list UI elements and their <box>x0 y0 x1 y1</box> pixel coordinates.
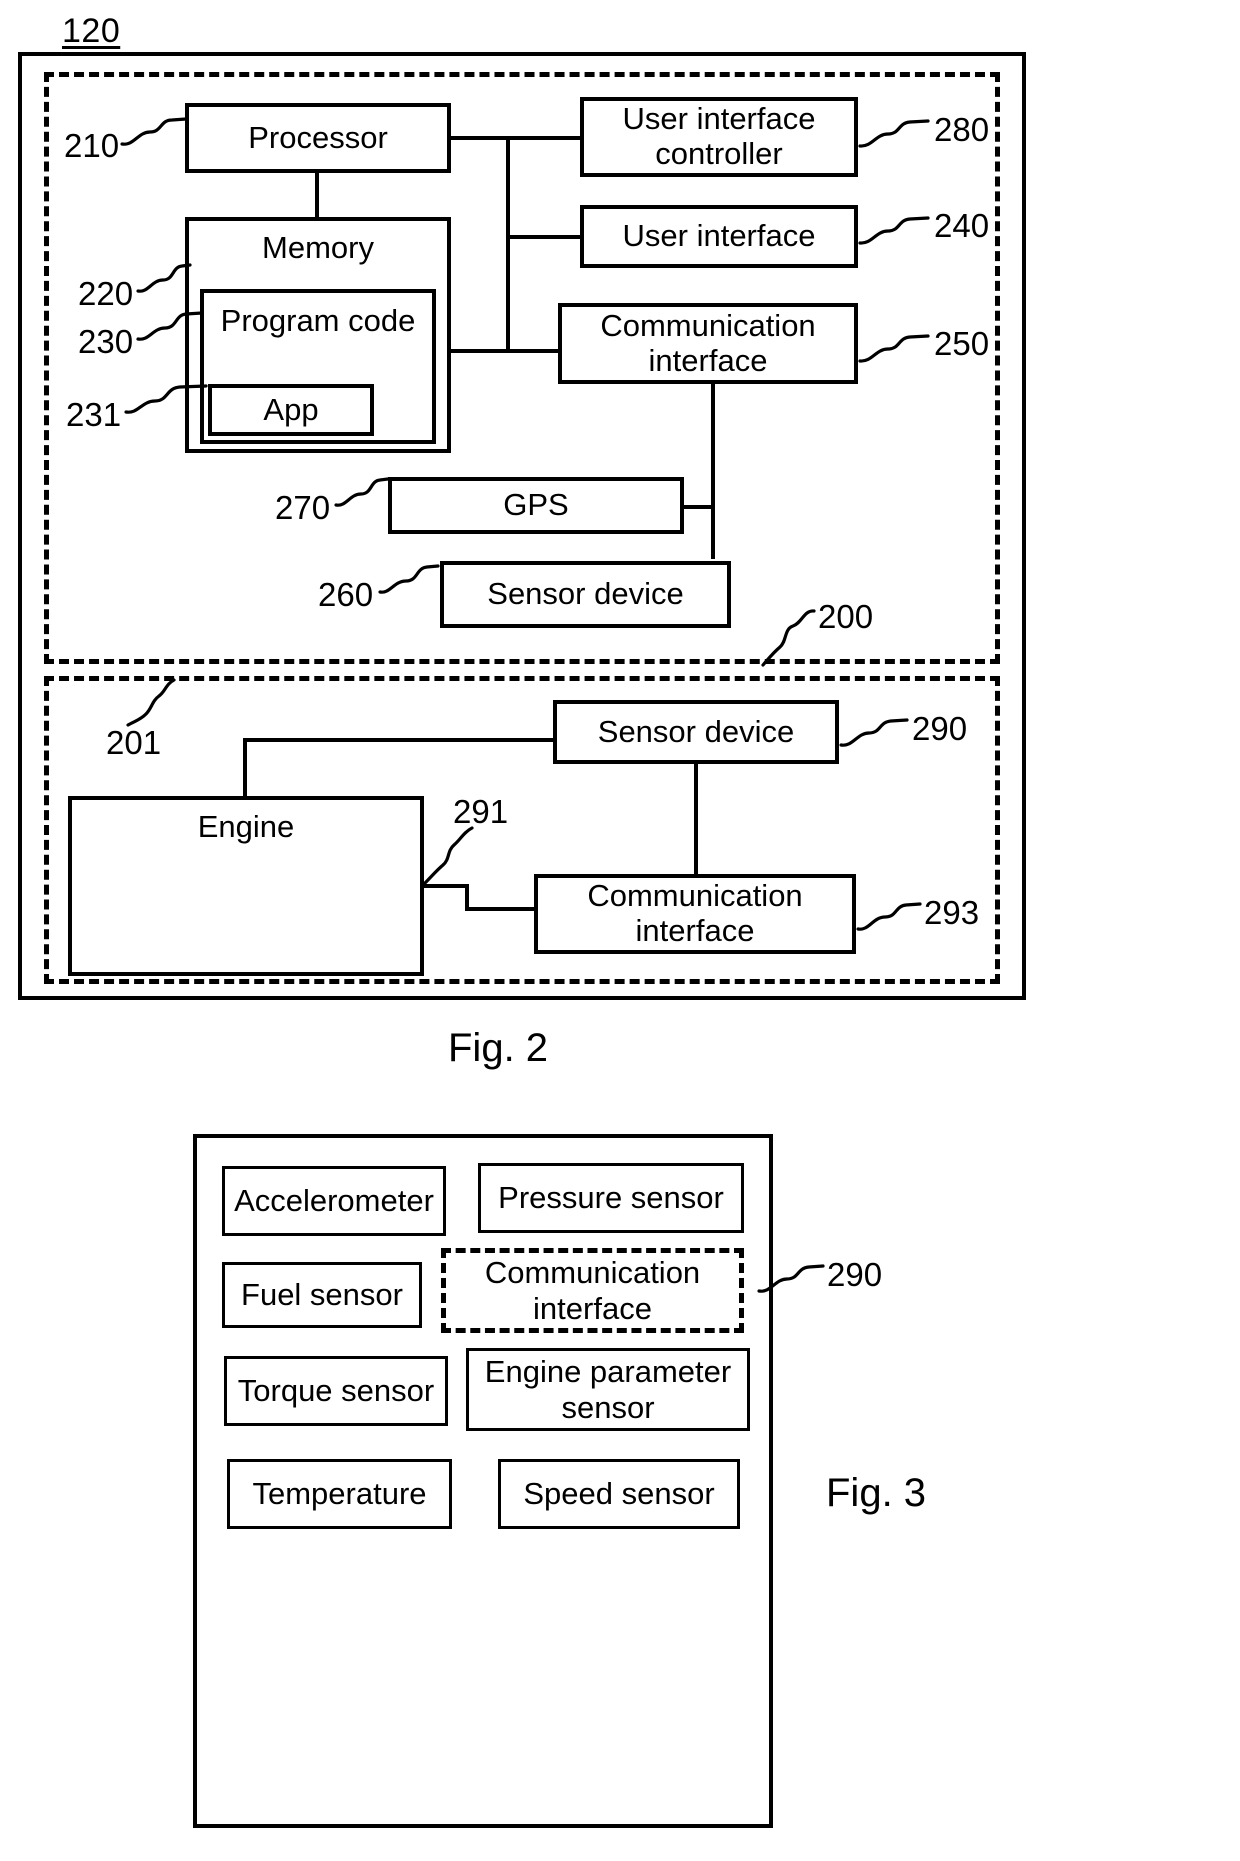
connector-gps-bus <box>681 505 715 509</box>
ref-260: 260 <box>318 576 374 613</box>
fig3-item-engine-parameter-sensor: Engine parameter sensor <box>466 1348 750 1431</box>
fig2-caption: Fig. 2 <box>448 1026 549 1070</box>
connector-processor-bus <box>451 136 580 140</box>
ref-250: 250 <box>934 325 990 362</box>
connector-engine-sensor290-v <box>243 738 247 800</box>
connector-sensor290-comm293 <box>694 764 698 874</box>
block-communication-interface-293: Communication interface <box>534 874 856 954</box>
fig3-item-pressure-sensor: Pressure sensor <box>478 1163 744 1233</box>
fig3-item-speed-sensor: Speed sensor <box>498 1459 740 1529</box>
ref-290-fig3: 290 <box>827 1256 883 1293</box>
fig3-item-accelerometer: Accelerometer <box>222 1166 446 1236</box>
connector-engine-sensor290-h <box>243 738 555 742</box>
ref-280: 280 <box>934 111 990 148</box>
block-sensor-device-290: Sensor device <box>553 700 839 764</box>
block-user-interface-controller: User interface controller <box>580 97 858 177</box>
connector-vertical-bus <box>506 136 510 352</box>
ref-210: 210 <box>64 127 120 164</box>
block-processor: Processor <box>185 103 451 173</box>
block-user-interface: User interface <box>580 205 858 268</box>
connector-comm-sensor260 <box>711 384 715 559</box>
patent-drawing-sheet: 120 Processor Memory Program code App GP… <box>0 0 1240 1861</box>
ref-231: 231 <box>66 396 122 433</box>
ref-290-fig2: 290 <box>912 710 968 747</box>
ref-293: 293 <box>924 894 980 931</box>
ref-291: 291 <box>453 793 509 830</box>
connector-engine-comm293-h1 <box>424 884 469 888</box>
ref-200: 200 <box>818 598 874 635</box>
ref-240: 240 <box>934 207 990 244</box>
connector-memory-comm <box>451 349 561 353</box>
fig3-item-torque-sensor: Torque sensor <box>224 1356 448 1426</box>
fig3-item-fuel-sensor: Fuel sensor <box>222 1262 422 1328</box>
ref-230: 230 <box>78 323 134 360</box>
block-gps: GPS <box>388 477 684 534</box>
connector-engine-comm293-h2 <box>465 907 537 911</box>
ref-201: 201 <box>106 724 162 761</box>
ref-220: 220 <box>78 275 134 312</box>
ref-270: 270 <box>275 489 331 526</box>
reference-numeral-120: 120 <box>62 12 121 50</box>
block-app: App <box>208 384 374 436</box>
fig3-item-communication-interface: Communication interface <box>441 1248 744 1333</box>
fig3-caption: Fig. 3 <box>826 1471 927 1515</box>
block-engine: Engine <box>68 796 424 976</box>
fig3-item-temperature: Temperature <box>227 1459 452 1529</box>
connector-bus-user-interface <box>506 235 580 239</box>
connector-processor-memory <box>315 173 319 217</box>
block-sensor-device-260: Sensor device <box>440 561 731 628</box>
block-communication-interface-250: Communication interface <box>558 303 858 384</box>
